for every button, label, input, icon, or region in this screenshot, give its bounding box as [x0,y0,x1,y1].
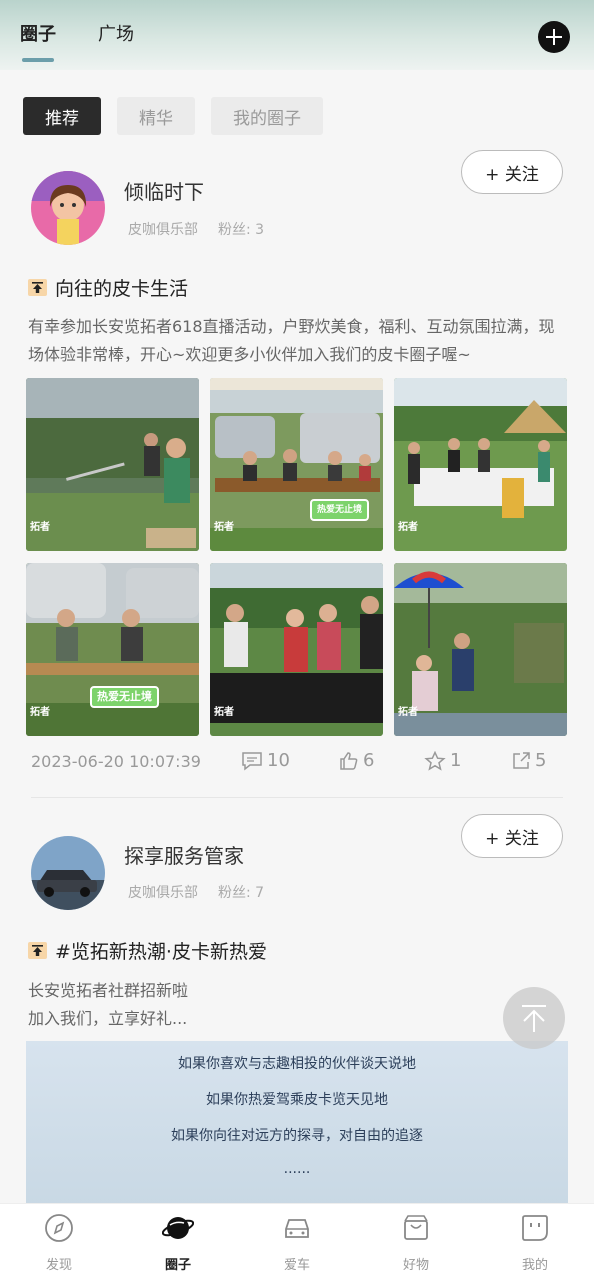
photo-watermark: 拓者 [214,707,234,718]
photo-table-cars[interactable]: 拓者 热爱无止境 [210,378,383,551]
banner-text: 如果你热爱驾乘皮卡览天见地 [206,1092,388,1108]
scroll-to-top-button[interactable] [503,987,565,1049]
post-body[interactable]: 长安览拓者社群招新啦 加入我们，立享好礼... [28,977,568,1033]
nav-label: 圈子 [164,1258,191,1273]
filter-row: 推荐 精华 我的圈子 [23,97,323,135]
topic-top-icon [28,279,47,296]
photo-grid: 拓者 拓者 热爱无止境 拓者 拓者 热爱无止境 拓者 拓者 [26,378,568,736]
author-name[interactable]: 探享服务管家 [124,840,244,869]
photo-hosts[interactable]: 拓者 [210,563,383,736]
photo-panel-talk[interactable]: 拓者 热爱无止境 [26,563,199,736]
favorite-count: 1 [450,750,462,771]
photo-fishing[interactable]: 拓者 [26,378,199,551]
tab-square[interactable]: 广场 [98,20,134,46]
filter-featured[interactable]: 精华 [117,97,195,135]
like-count: 6 [363,750,375,771]
club-name: 皮咖俱乐部 [128,885,198,901]
photo-watermark: 拓者 [214,522,234,533]
photo-watermark: 拓者 [398,522,418,533]
author-name[interactable]: 倾临时下 [124,176,204,205]
post-title-text: 向往的皮卡生活 [55,278,189,300]
post-body-line: 长安览拓者社群招新啦 [28,981,189,1000]
club-name: 皮咖俱乐部 [128,222,198,238]
comment-count: 10 [267,750,290,771]
plus-circle-icon[interactable] [538,21,570,53]
follow-button[interactable]: + 关注 [461,150,563,194]
tab-circle[interactable]: 圈子 [20,20,56,46]
nav-label: 发现 [45,1258,72,1273]
banner-text: ...... [283,1161,311,1177]
filter-recommend[interactable]: 推荐 [23,97,101,135]
thumbs-up-icon [340,751,358,770]
photo-watermark: 拓者 [398,707,418,718]
post-divider [31,797,563,798]
nav-discover[interactable]: 发现 [19,1212,99,1273]
fans-count: 粉丝: 7 [218,885,265,901]
nav-label: 好物 [402,1258,429,1273]
bottom-nav: 发现 圈子 爱车 好物 我的 [0,1203,594,1280]
star-icon [424,750,446,771]
author-meta: 皮咖俱乐部 粉丝: 3 [128,219,264,239]
nav-circle[interactable]: 圈子 [138,1212,218,1273]
avatar[interactable] [31,836,105,910]
photo-badge: 热爱无止境 [310,499,370,521]
arrow-up-icon [522,1005,546,1032]
nav-label: 我的 [521,1258,548,1273]
profile-face-icon [522,1215,548,1241]
post-title-text: #览拓新热潮·皮卡新热爱 [55,941,267,963]
top-header: 圈子 广场 [0,0,594,70]
like-stat[interactable]: 6 [339,750,374,771]
post-body-line: 加入我们，立享好礼... [28,1009,188,1028]
car-icon [285,1219,309,1238]
favorite-stat[interactable]: 1 [424,750,461,771]
topic-top-icon [28,942,47,959]
nav-mine[interactable]: 我的 [495,1212,575,1273]
share-count: 5 [535,750,547,771]
post-title[interactable]: #览拓新热潮·皮卡新热爱 [28,937,267,964]
photo-umbrella[interactable]: 拓者 [394,563,567,736]
banner-text: 如果你喜欢与志趣相投的伙伴谈天说地 [178,1056,416,1072]
planet-icon [161,1217,195,1239]
photo-tent-group[interactable]: 拓者 [394,378,567,551]
share-icon [513,751,530,769]
follow-button[interactable]: + 关注 [461,814,563,858]
compass-icon [45,1214,73,1242]
post-title[interactable]: 向往的皮卡生活 [28,274,188,301]
avatar[interactable] [31,171,105,245]
photo-watermark: 拓者 [30,522,50,533]
comment-icon [242,751,262,771]
post-banner-image[interactable]: 如果你喜欢与志趣相投的伙伴谈天说地 如果你热爱驾乘皮卡览天见地 如果你向往对远方… [26,1041,568,1211]
nav-goods[interactable]: 好物 [376,1212,456,1273]
active-tab-indicator [22,58,54,62]
photo-watermark: 拓者 [30,707,50,718]
banner-text: 如果你向往对远方的探寻，对自由的追逐 [171,1128,423,1144]
photo-badge: 热爱无止境 [90,686,159,708]
post-date: 2023-06-20 10:07:39 [31,752,201,771]
shopping-bag-icon [404,1215,428,1240]
comment-stat[interactable]: 10 [241,750,290,771]
share-stat[interactable]: 5 [511,750,546,771]
post-stats: 2023-06-20 10:07:39 10 6 1 5 [31,750,547,776]
fans-count: 粉丝: 3 [218,222,265,238]
author-meta: 皮咖俱乐部 粉丝: 7 [128,882,264,902]
nav-label: 爱车 [283,1258,310,1273]
post-body[interactable]: 有幸参加长安览拓者618直播活动，户野炊美食，福利、互动氛围拉满，现场体验非常棒… [28,313,568,369]
nav-my-car[interactable]: 爱车 [257,1212,337,1273]
filter-my-circles[interactable]: 我的圈子 [211,97,323,135]
